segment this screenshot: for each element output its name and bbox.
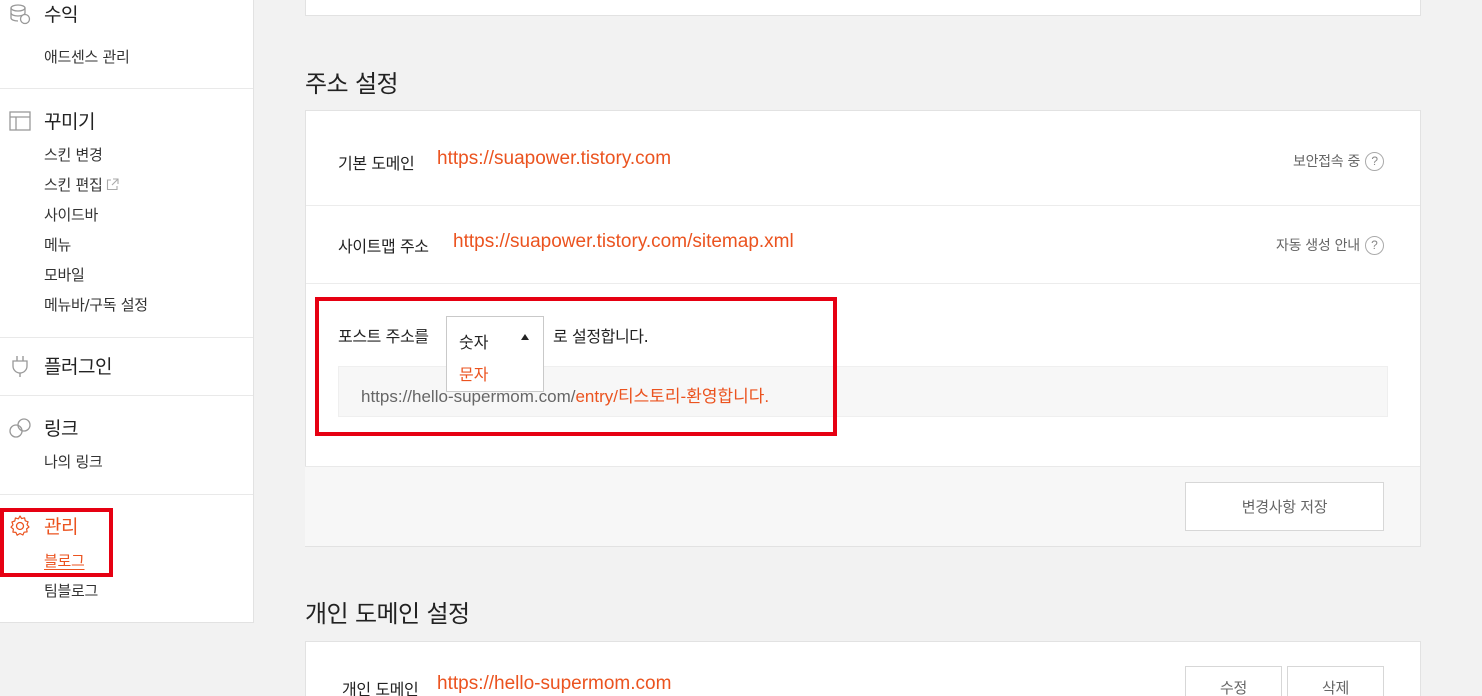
highlight-box-post-address: [315, 297, 837, 436]
sidebar-title-decorate: 꾸미기: [44, 111, 95, 133]
custom-domain-link[interactable]: https://hello-supermom.com: [437, 673, 671, 695]
layout-icon: [8, 109, 32, 133]
custom-domain-label: 개인 도메인: [342, 680, 419, 696]
coins-icon: [8, 2, 32, 26]
sidebar-item-adsense[interactable]: 애드센스 관리: [44, 46, 130, 67]
sidebar-item-my-link[interactable]: 나의 링크: [44, 451, 103, 472]
divider: [0, 337, 253, 338]
divider: [0, 494, 253, 495]
link-icon: [8, 416, 32, 440]
sidebar-section-link[interactable]: 링크: [8, 414, 78, 441]
highlight-box-manage: [0, 508, 113, 577]
select-option-number[interactable]: 숫자: [459, 329, 488, 353]
sitemap-auto-note: 자동 생성 안내?: [1276, 235, 1384, 255]
sidebar-title-plugin: 플러그인: [44, 356, 112, 378]
external-link-icon: [106, 177, 120, 195]
sidebar-item-menu[interactable]: 메뉴: [44, 234, 71, 255]
sitemap-note-text: 자동 생성 안내: [1276, 238, 1360, 254]
sidebar-item-team-blog[interactable]: 팀블로그: [44, 580, 98, 601]
secure-connection-note: 보안접속 중?: [1293, 151, 1385, 171]
caret-up-icon: [521, 334, 529, 340]
divider: [0, 88, 253, 89]
sitemap-link[interactable]: https://suapower.tistory.com/sitemap.xml: [453, 231, 794, 253]
delete-button[interactable]: 삭제: [1287, 666, 1384, 696]
secure-note-text: 보안접속 중: [1293, 154, 1361, 170]
sitemap-label: 사이트맵 주소: [338, 237, 429, 256]
divider: [306, 205, 1420, 206]
save-changes-button[interactable]: 변경사항 저장: [1185, 482, 1384, 531]
select-option-text[interactable]: 문자: [459, 361, 488, 385]
sidebar-item-label: 스킨 편집: [44, 176, 103, 194]
previous-card: [305, 0, 1421, 16]
default-domain-label: 기본 도메인: [338, 154, 415, 173]
post-address-select[interactable]: 숫자 문자: [446, 316, 544, 392]
sidebar-item-skin-edit[interactable]: 스킨 편집: [44, 174, 120, 195]
sidebar-item-skin-change[interactable]: 스킨 변경: [44, 144, 103, 165]
sidebar-section-plugin[interactable]: 플러그인: [8, 352, 112, 379]
sidebar-section-revenue[interactable]: 수익: [8, 0, 78, 27]
divider: [0, 395, 253, 396]
sidebar-item-menubar[interactable]: 메뉴바/구독 설정: [44, 294, 148, 315]
sidebar-item-mobile[interactable]: 모바일: [44, 264, 85, 285]
section-heading-address: 주소 설정: [305, 70, 399, 98]
sidebar-title-revenue: 수익: [44, 4, 78, 26]
help-icon[interactable]: ?: [1365, 151, 1385, 171]
plug-icon: [8, 354, 32, 378]
sidebar-title-link: 링크: [44, 418, 78, 440]
divider: [306, 283, 1420, 284]
sidebar-section-decorate[interactable]: 꾸미기: [8, 107, 95, 134]
sidebar-item-sidebar[interactable]: 사이드바: [44, 204, 98, 225]
section-heading-custom-domain: 개인 도메인 설정: [305, 600, 470, 628]
default-domain-link[interactable]: https://suapower.tistory.com: [437, 148, 671, 170]
help-icon[interactable]: ?: [1364, 235, 1384, 255]
edit-button[interactable]: 수정: [1185, 666, 1282, 696]
